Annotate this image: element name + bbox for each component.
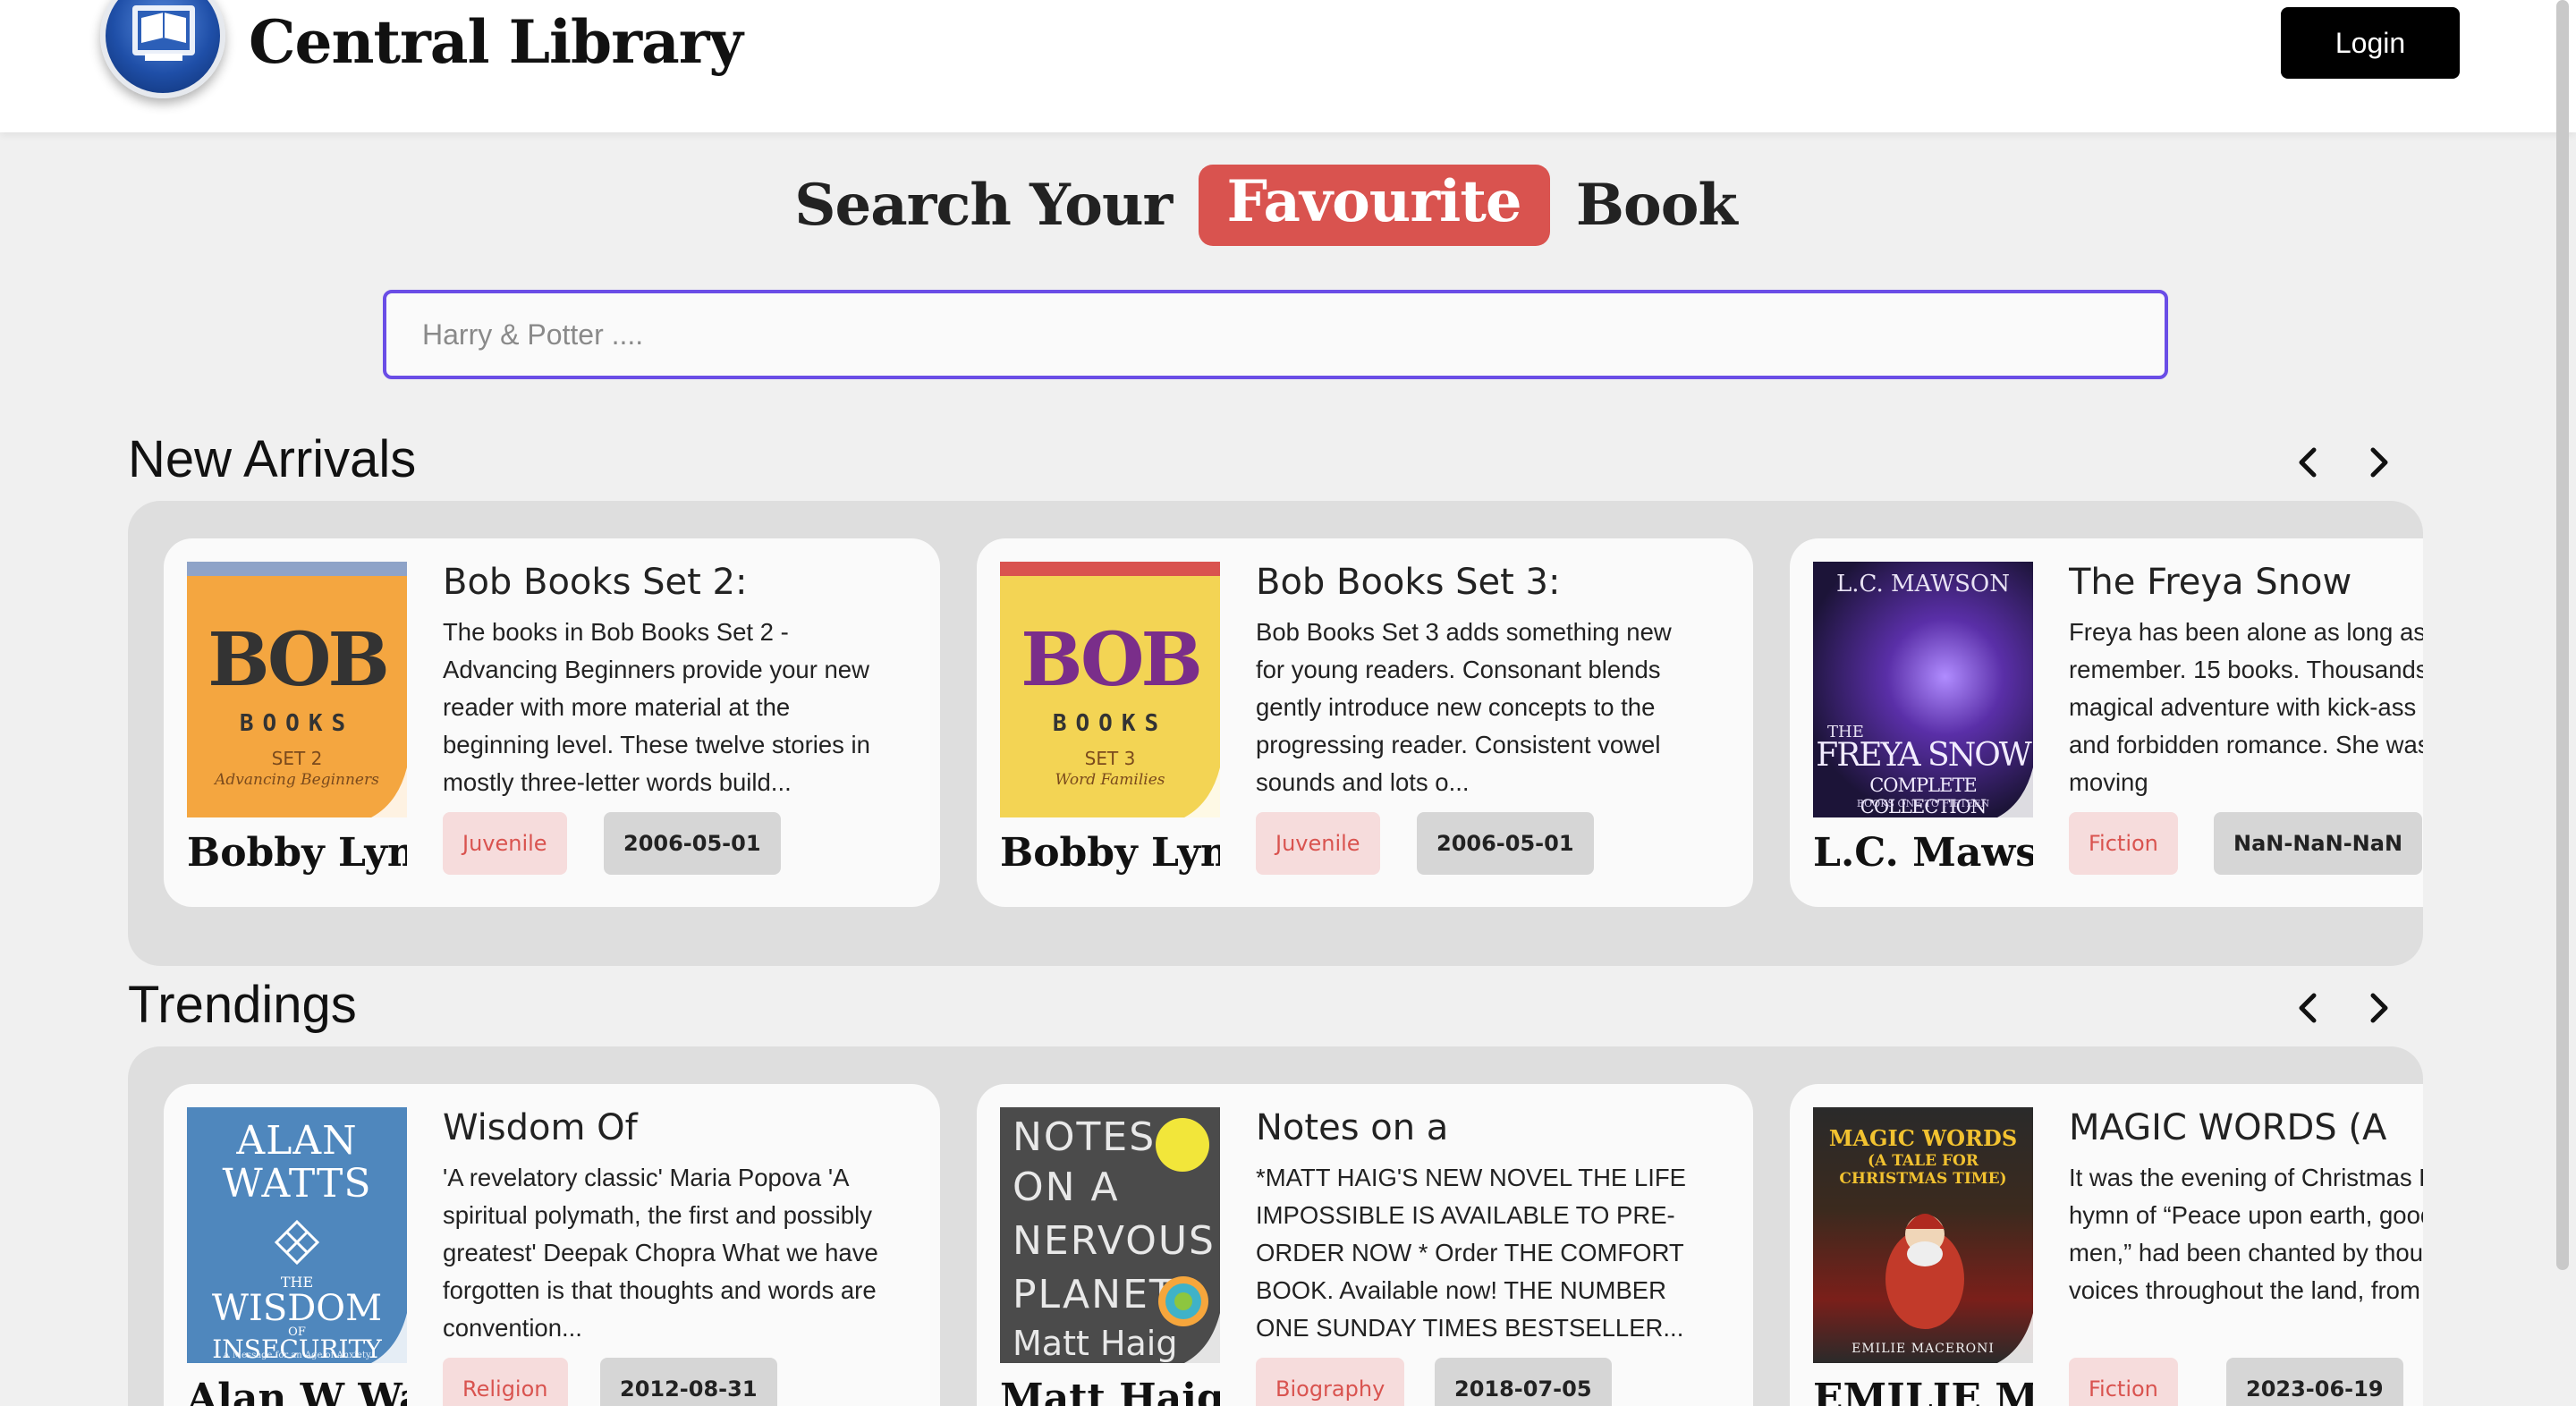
book-author: Bobby Lynn Maslen — [187, 830, 407, 876]
book-cover[interactable]: L.C. MAWSON THE FREYA SNOW COMPLETE COLL… — [1813, 562, 2033, 817]
book-cover[interactable]: NOTES ON A NERVOUS PLANET Matt Haig — [1000, 1107, 1220, 1363]
cover-author-text: L.C. MAWSON — [1836, 571, 2010, 597]
new-arrivals-prev-arrow[interactable] — [2285, 440, 2330, 485]
book-description: Bob Books Set 3 adds something new for y… — [1256, 618, 1672, 796]
cover-subtitle-text: (A TALE FOR — [1868, 1152, 1979, 1170]
book-card[interactable]: NOTES ON A NERVOUS PLANET Matt Haig Matt… — [977, 1084, 1753, 1406]
page-curl-icon — [1997, 1313, 2033, 1363]
page-curl-icon — [1997, 767, 2033, 817]
book-title[interactable]: Bob Books Set 2: — [443, 562, 940, 603]
search-input[interactable] — [383, 290, 2168, 379]
cover-author-text: ALAN WATTS — [222, 1118, 372, 1207]
date-badge: 2006-05-01 — [604, 812, 781, 875]
book-author: L.C. Mawson — [1813, 830, 2033, 876]
genre-badge: Biography — [1256, 1358, 1405, 1406]
book-author: Matt Haig — [1000, 1376, 1220, 1406]
santa-illustration-icon — [1885, 1214, 1964, 1329]
book-description: 'A revelatory classic' Maria Popova 'A s… — [443, 1164, 878, 1342]
page-curl-icon — [371, 767, 407, 817]
page-curl-icon — [371, 1313, 407, 1363]
login-button[interactable]: Login — [2281, 7, 2460, 79]
book-description: *MATT HAIG'S NEW NOVEL THE LIFE IMPOSSIB… — [1256, 1164, 1686, 1342]
book-title[interactable]: Wisdom Of — [443, 1107, 940, 1148]
book-author: Bobby Lynn Maslen — [1000, 830, 1220, 876]
genre-badge: Religion — [443, 1358, 568, 1406]
page-scrollbar[interactable] — [2556, 0, 2569, 1270]
book-title[interactable]: The Freya Snow — [2069, 562, 2423, 603]
book-card[interactable]: BOB BOOKS SET 3 Word Families Bobby Lynn… — [977, 538, 1753, 907]
book-card[interactable]: ALAN WATTS THE WISDOM OF INSECURITY A Me… — [164, 1084, 940, 1406]
cover-subtitle-text: BOOKS — [239, 710, 355, 737]
book-card[interactable]: L.C. MAWSON THE FREYA SNOW COMPLETE COLL… — [1790, 538, 2423, 907]
book-title[interactable]: Notes on a — [1256, 1107, 1753, 1148]
chevron-left-icon — [2299, 447, 2317, 478]
book-cover[interactable]: BOB BOOKS SET 3 Word Families — [1000, 562, 1220, 817]
book-description: Freya has been alone as long as she can … — [2069, 618, 2423, 796]
cover-nervous-text: NERVOUS — [1013, 1218, 1216, 1264]
hero-suffix: Book — [1575, 172, 1738, 239]
book-cover[interactable]: BOB BOOKS SET 2 Advancing Beginners — [187, 562, 407, 817]
book-cover[interactable]: ALAN WATTS THE WISDOM OF INSECURITY A Me… — [187, 1107, 407, 1363]
book-card[interactable]: MAGIC WORDS (A TALE FOR CHRISTMAS TIME) … — [1790, 1084, 2423, 1406]
book-author: EMILIE MACERONI — [1813, 1376, 2033, 1406]
book-card[interactable]: BOB BOOKS SET 2 Advancing Beginners Bobb… — [164, 538, 940, 907]
hero-prefix: Search Your — [794, 172, 1173, 239]
cover-subtitle2-text: CHRISTMAS TIME) — [1839, 1170, 2007, 1188]
book-title[interactable]: MAGIC WORDS (A — [2069, 1107, 2423, 1148]
hero-highlight-badge: Favourite — [1198, 165, 1550, 246]
genre-badge: Fiction — [2069, 1358, 2178, 1406]
book-cover[interactable]: MAGIC WORDS (A TALE FOR CHRISTMAS TIME) … — [1813, 1107, 2033, 1363]
brand-title[interactable]: Central Library — [249, 7, 743, 77]
hero-heading: Search Your Favourite Book — [0, 165, 2531, 246]
genre-badge: Juvenile — [443, 812, 567, 875]
chevron-right-icon — [2370, 993, 2388, 1023]
section-title-new-arrivals: New Arrivals — [128, 430, 417, 488]
book-author: Alan W Watts — [187, 1376, 407, 1406]
cover-set-text: SET 3 — [1084, 748, 1136, 769]
date-badge: 2023-06-19 — [2226, 1358, 2403, 1406]
cover-title-text: MAGIC WORDS — [1828, 1125, 2018, 1151]
sticker-badge-icon — [1156, 1118, 1209, 1172]
date-badge: NaN-NaN-NaN — [2214, 812, 2423, 875]
new-arrivals-next-arrow[interactable] — [2357, 440, 2402, 485]
library-logo[interactable] — [100, 0, 225, 98]
endless-knot-icon — [274, 1219, 320, 1266]
genre-badge: Juvenile — [1256, 812, 1380, 875]
trendings-carousel[interactable]: ALAN WATTS THE WISDOM OF INSECURITY A Me… — [128, 1046, 2423, 1406]
book-description: It was the evening of Christmas Day. The… — [2069, 1164, 2423, 1304]
cover-subtitle-text: BOOKS — [1052, 710, 1168, 737]
book-title[interactable]: Bob Books Set 3: — [1256, 562, 1753, 603]
chevron-right-icon — [2370, 447, 2388, 478]
date-badge: 2012-08-31 — [600, 1358, 777, 1406]
chevron-left-icon — [2299, 993, 2317, 1023]
book-description: The books in Bob Books Set 2 - Advancing… — [443, 618, 870, 796]
genre-badge: Fiction — [2069, 812, 2178, 875]
trendings-next-arrow[interactable] — [2357, 986, 2402, 1030]
date-badge: 2018-07-05 — [1435, 1358, 1612, 1406]
date-badge: 2006-05-01 — [1417, 812, 1594, 875]
page-curl-icon — [1184, 1313, 1220, 1363]
top-navbar: Central Library Login — [0, 0, 2576, 132]
page-curl-icon — [1184, 767, 1220, 817]
cover-set-text: SET 2 — [271, 748, 323, 769]
cover-title-text: BOB — [208, 617, 390, 703]
open-book-icon — [132, 5, 195, 61]
section-title-trendings: Trendings — [128, 976, 357, 1034]
trendings-prev-arrow[interactable] — [2285, 986, 2330, 1030]
cover-title-text: BOB — [1021, 617, 1203, 703]
new-arrivals-carousel[interactable]: BOB BOOKS SET 2 Advancing Beginners Bobb… — [128, 501, 2423, 966]
